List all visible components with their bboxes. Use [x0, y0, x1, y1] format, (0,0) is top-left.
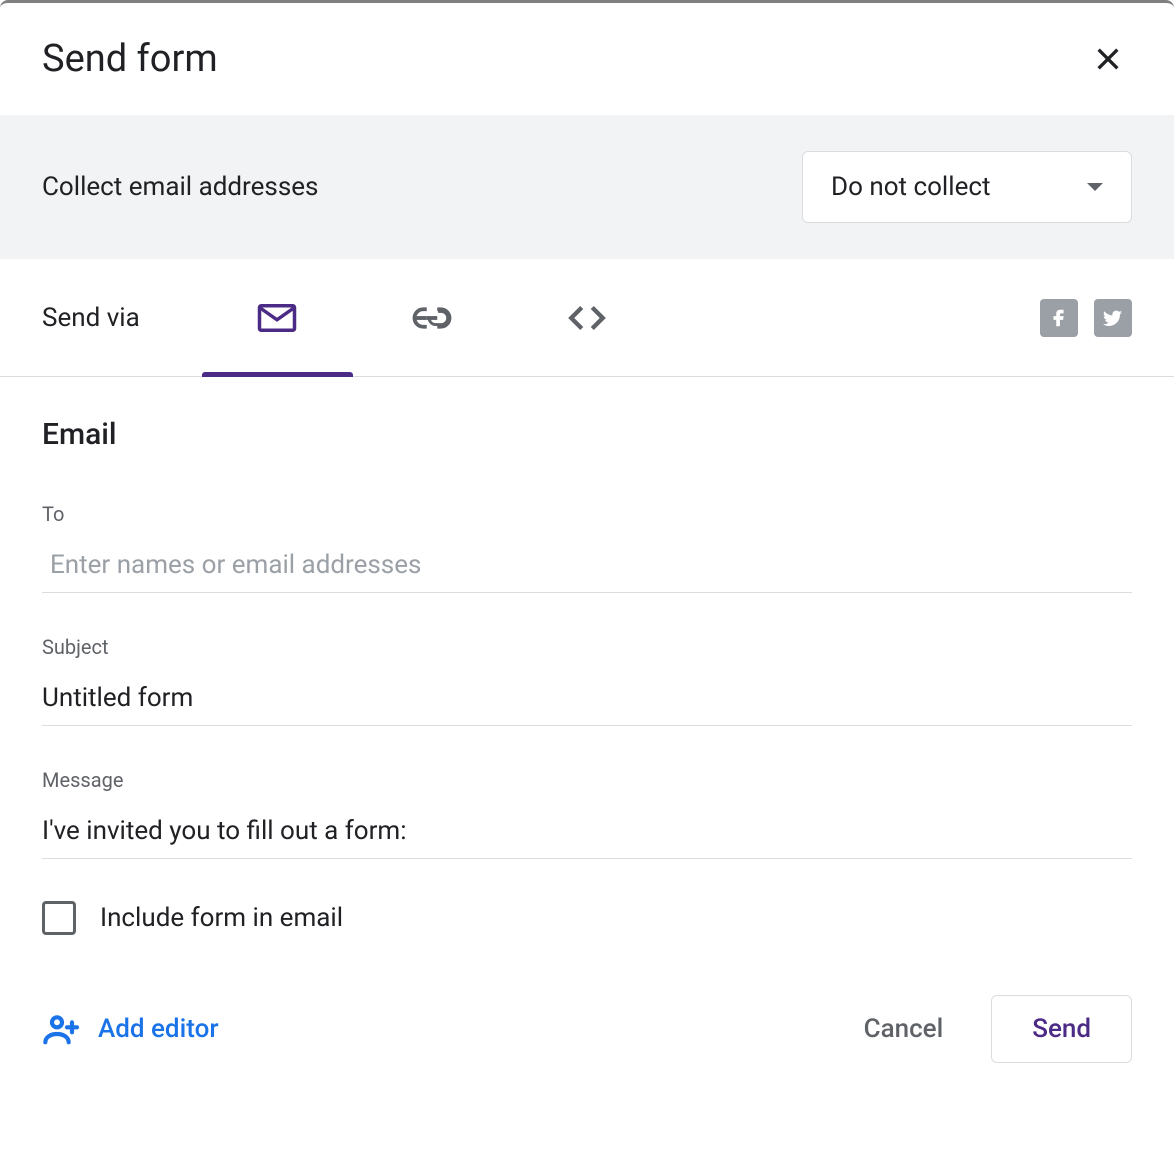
send-form-dialog: Send form Collect email addresses Do not… — [0, 0, 1174, 1172]
person-add-icon — [42, 1009, 82, 1049]
tab-link[interactable] — [355, 259, 510, 376]
include-form-label: Include form in email — [100, 903, 343, 933]
send-via-tabs — [200, 259, 665, 376]
message-input[interactable] — [42, 808, 1132, 859]
close-icon — [1092, 43, 1124, 75]
to-label: To — [42, 502, 1132, 526]
subject-field-group: Subject — [42, 635, 1132, 726]
send-button[interactable]: Send — [991, 995, 1132, 1063]
link-icon — [411, 297, 453, 339]
send-via-row: Send via — [0, 259, 1174, 377]
subject-label: Subject — [42, 635, 1132, 659]
dialog-title: Send form — [42, 37, 218, 81]
collect-email-row: Collect email addresses Do not collect — [0, 115, 1174, 259]
to-field-group: To — [42, 502, 1132, 593]
cancel-button[interactable]: Cancel — [836, 998, 972, 1060]
embed-icon — [566, 297, 608, 339]
chevron-down-icon — [1087, 183, 1103, 191]
include-form-row: Include form in email — [42, 901, 1132, 935]
social-share-group — [1040, 299, 1132, 337]
dropdown-selected-value: Do not collect — [831, 172, 990, 202]
email-section-title: Email — [42, 417, 1132, 452]
to-input[interactable] — [42, 542, 1132, 593]
tab-email[interactable] — [200, 259, 355, 376]
collect-email-dropdown[interactable]: Do not collect — [802, 151, 1132, 223]
twitter-share-button[interactable] — [1094, 299, 1132, 337]
dialog-header: Send form — [0, 3, 1174, 115]
message-label: Message — [42, 768, 1132, 792]
facebook-icon — [1048, 307, 1070, 329]
facebook-share-button[interactable] — [1040, 299, 1078, 337]
subject-input[interactable] — [42, 675, 1132, 726]
close-button[interactable] — [1084, 35, 1132, 83]
email-section: Email To Subject Message Include form in… — [0, 377, 1174, 935]
message-field-group: Message — [42, 768, 1132, 859]
twitter-icon — [1102, 307, 1124, 329]
include-form-checkbox[interactable] — [42, 901, 76, 935]
collect-email-label: Collect email addresses — [42, 172, 318, 202]
add-editor-button[interactable]: Add editor — [42, 1009, 219, 1049]
dialog-footer: Add editor Cancel Send — [0, 935, 1174, 1103]
send-via-label: Send via — [42, 303, 140, 333]
add-editor-label: Add editor — [98, 1014, 219, 1044]
tab-embed[interactable] — [510, 259, 665, 376]
email-icon — [256, 297, 298, 339]
